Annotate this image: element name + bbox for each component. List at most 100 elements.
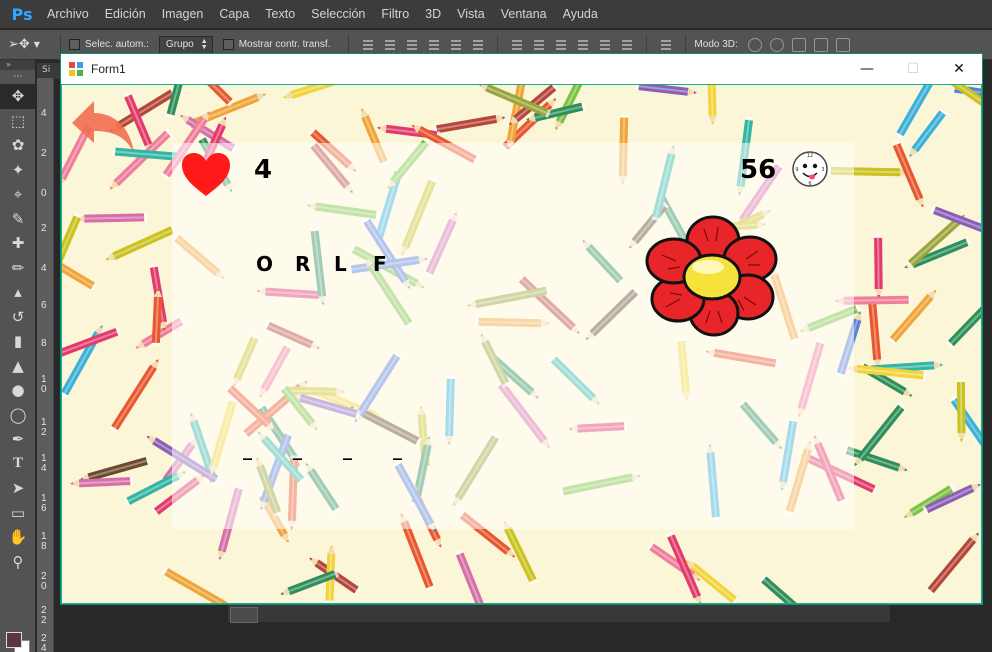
scale-3d-icon[interactable] [835, 37, 850, 52]
align-hcenter-icon[interactable] [449, 37, 464, 52]
pen-tool-icon[interactable]: ✒ [0, 427, 36, 452]
menu-3d[interactable]: 3D [417, 7, 449, 21]
scrambled-letters: O R L F [256, 252, 412, 276]
align-vcenter-icon[interactable] [383, 37, 398, 52]
align-top-icon[interactable] [361, 37, 376, 52]
history-brush-tool-icon[interactable]: ↺ [0, 305, 36, 330]
distribute-right-icon[interactable] [620, 37, 635, 52]
menu-imagen[interactable]: Imagen [154, 7, 212, 21]
distribute-hcenter-icon[interactable] [598, 37, 613, 52]
pencil-decoration [75, 213, 148, 223]
svg-text:12: 12 [807, 153, 813, 159]
answer-slot[interactable]: _ [293, 440, 343, 461]
pencil-decoration [62, 253, 98, 292]
answer-slot[interactable]: _ [393, 440, 443, 461]
crop-tool-icon[interactable]: ⌖ [0, 182, 36, 207]
auto-select-dropdown[interactable]: Grupo ▲ ▼ [158, 35, 213, 54]
ruler-number: 1 8 [41, 531, 47, 552]
marquee-tool-icon[interactable]: ⬚ [0, 109, 36, 134]
brush-tool-icon[interactable]: ✏ [0, 256, 36, 281]
menu-seleccion[interactable]: Selección [303, 7, 373, 21]
answer-slot[interactable]: _ [243, 440, 293, 461]
move-tool-icon[interactable]: ✥ [0, 84, 36, 109]
distribute-bottom-icon[interactable] [554, 37, 569, 52]
path-selection-tool-icon[interactable]: ➤ [0, 476, 36, 501]
menu-edicion[interactable]: Edición [97, 7, 154, 21]
pencil-decoration [165, 85, 186, 119]
pencil-decoration [887, 289, 937, 345]
vertical-ruler: 4 2 0 2 4 6 8 1 0 1 2 1 4 1 6 1 8 2 0 2 … [37, 78, 54, 652]
menu-texto[interactable]: Texto [257, 7, 303, 21]
svg-text:6: 6 [808, 181, 811, 187]
dodge-tool-icon[interactable]: ◯ [0, 403, 36, 428]
answer-slots: _ _ _ _ [243, 440, 443, 461]
slide-3d-icon[interactable] [813, 37, 828, 52]
align-left-icon[interactable] [427, 37, 442, 52]
letter-tile[interactable]: L [334, 252, 373, 276]
ruler-number: 2 4 [41, 633, 47, 652]
menu-capa[interactable]: Capa [211, 7, 257, 21]
zoom-tool-icon[interactable]: ⚲ [0, 550, 36, 575]
menu-ayuda[interactable]: Ayuda [555, 7, 606, 21]
eyedropper-tool-icon[interactable]: ✎ [0, 207, 36, 232]
score-counter: 56 [740, 155, 777, 185]
align-bottom-icon[interactable] [405, 37, 420, 52]
pencil-decoration [454, 549, 485, 603]
menu-ventana[interactable]: Ventana [493, 7, 555, 21]
form1-titlebar[interactable]: Form1 — ☐ ✕ [61, 54, 982, 84]
ruler-number: 2 2 [41, 605, 47, 626]
maximize-button[interactable]: ☐ [890, 54, 936, 84]
pencil-decoration [109, 359, 159, 433]
blur-tool-icon[interactable]: ● [0, 378, 36, 403]
distribute-left-icon[interactable] [576, 37, 591, 52]
stepper-arrows-icon: ▲ ▼ [200, 37, 208, 51]
menu-archivo[interactable]: Archivo [39, 7, 97, 21]
align-right-icon[interactable] [471, 37, 486, 52]
clone-stamp-tool-icon[interactable]: ▴ [0, 280, 36, 305]
distribute-top-icon[interactable] [510, 37, 525, 52]
foreground-color-swatch[interactable] [6, 632, 22, 648]
pencil-decoration [945, 296, 981, 349]
letter-tile[interactable]: O [256, 252, 295, 276]
lives-counter: 4 [254, 155, 273, 185]
pencil-decoration [70, 476, 134, 488]
separator [348, 34, 350, 55]
move-tool-preset[interactable]: ➢✥ ▼ [8, 34, 52, 56]
menu-filtro[interactable]: Filtro [373, 7, 417, 21]
answer-slot[interactable]: _ [343, 440, 393, 461]
healing-brush-tool-icon[interactable]: ✚ [0, 231, 36, 256]
orbit-3d-icon[interactable] [747, 37, 762, 52]
letter-tile[interactable]: F [373, 252, 412, 276]
document-tab-stub[interactable]: Si [37, 63, 61, 79]
auto-select-label: Selec. autom.: [85, 39, 149, 50]
back-arrow-icon[interactable] [68, 97, 138, 157]
roll-3d-icon[interactable] [769, 37, 784, 52]
ruler-number: 1 0 [41, 374, 47, 395]
show-transform-checkbox[interactable] [222, 39, 234, 50]
ruler-number: 1 4 [41, 453, 47, 474]
ruler-number: 6 [41, 300, 47, 311]
type-tool-icon[interactable]: T [0, 452, 36, 477]
close-button[interactable]: ✕ [936, 54, 982, 84]
magic-wand-tool-icon[interactable]: ✦ [0, 158, 36, 183]
letter-tile[interactable]: R [295, 252, 334, 276]
auto-align-icon[interactable] [659, 37, 674, 52]
ruler-number: 1 2 [41, 417, 47, 438]
shape-tool-icon[interactable]: ▭ [0, 501, 36, 526]
ruler-number: 2 [41, 223, 47, 234]
form1-window: Form1 — ☐ ✕ 4 56 12 3 6 9 O R L F _ _ _ … [60, 53, 983, 605]
lasso-tool-icon[interactable]: ✿ [0, 133, 36, 158]
ruler-number: 8 [41, 338, 47, 349]
separator [685, 34, 687, 55]
tools-panel-collapse-icon[interactable]: » [0, 60, 35, 70]
minimize-button[interactable]: — [844, 54, 890, 84]
auto-select-checkbox[interactable] [69, 39, 80, 50]
distribute-vcenter-icon[interactable] [532, 37, 547, 52]
clock-icon: 12 3 6 9 [792, 151, 828, 187]
hand-tool-icon[interactable]: ✋ [0, 525, 36, 550]
menu-vista[interactable]: Vista [449, 7, 493, 21]
pencil-decoration [105, 225, 177, 261]
eraser-tool-icon[interactable]: ▮ [0, 329, 36, 354]
paint-bucket-tool-icon[interactable]: ▲ [0, 354, 36, 379]
pan-3d-icon[interactable] [791, 37, 806, 52]
